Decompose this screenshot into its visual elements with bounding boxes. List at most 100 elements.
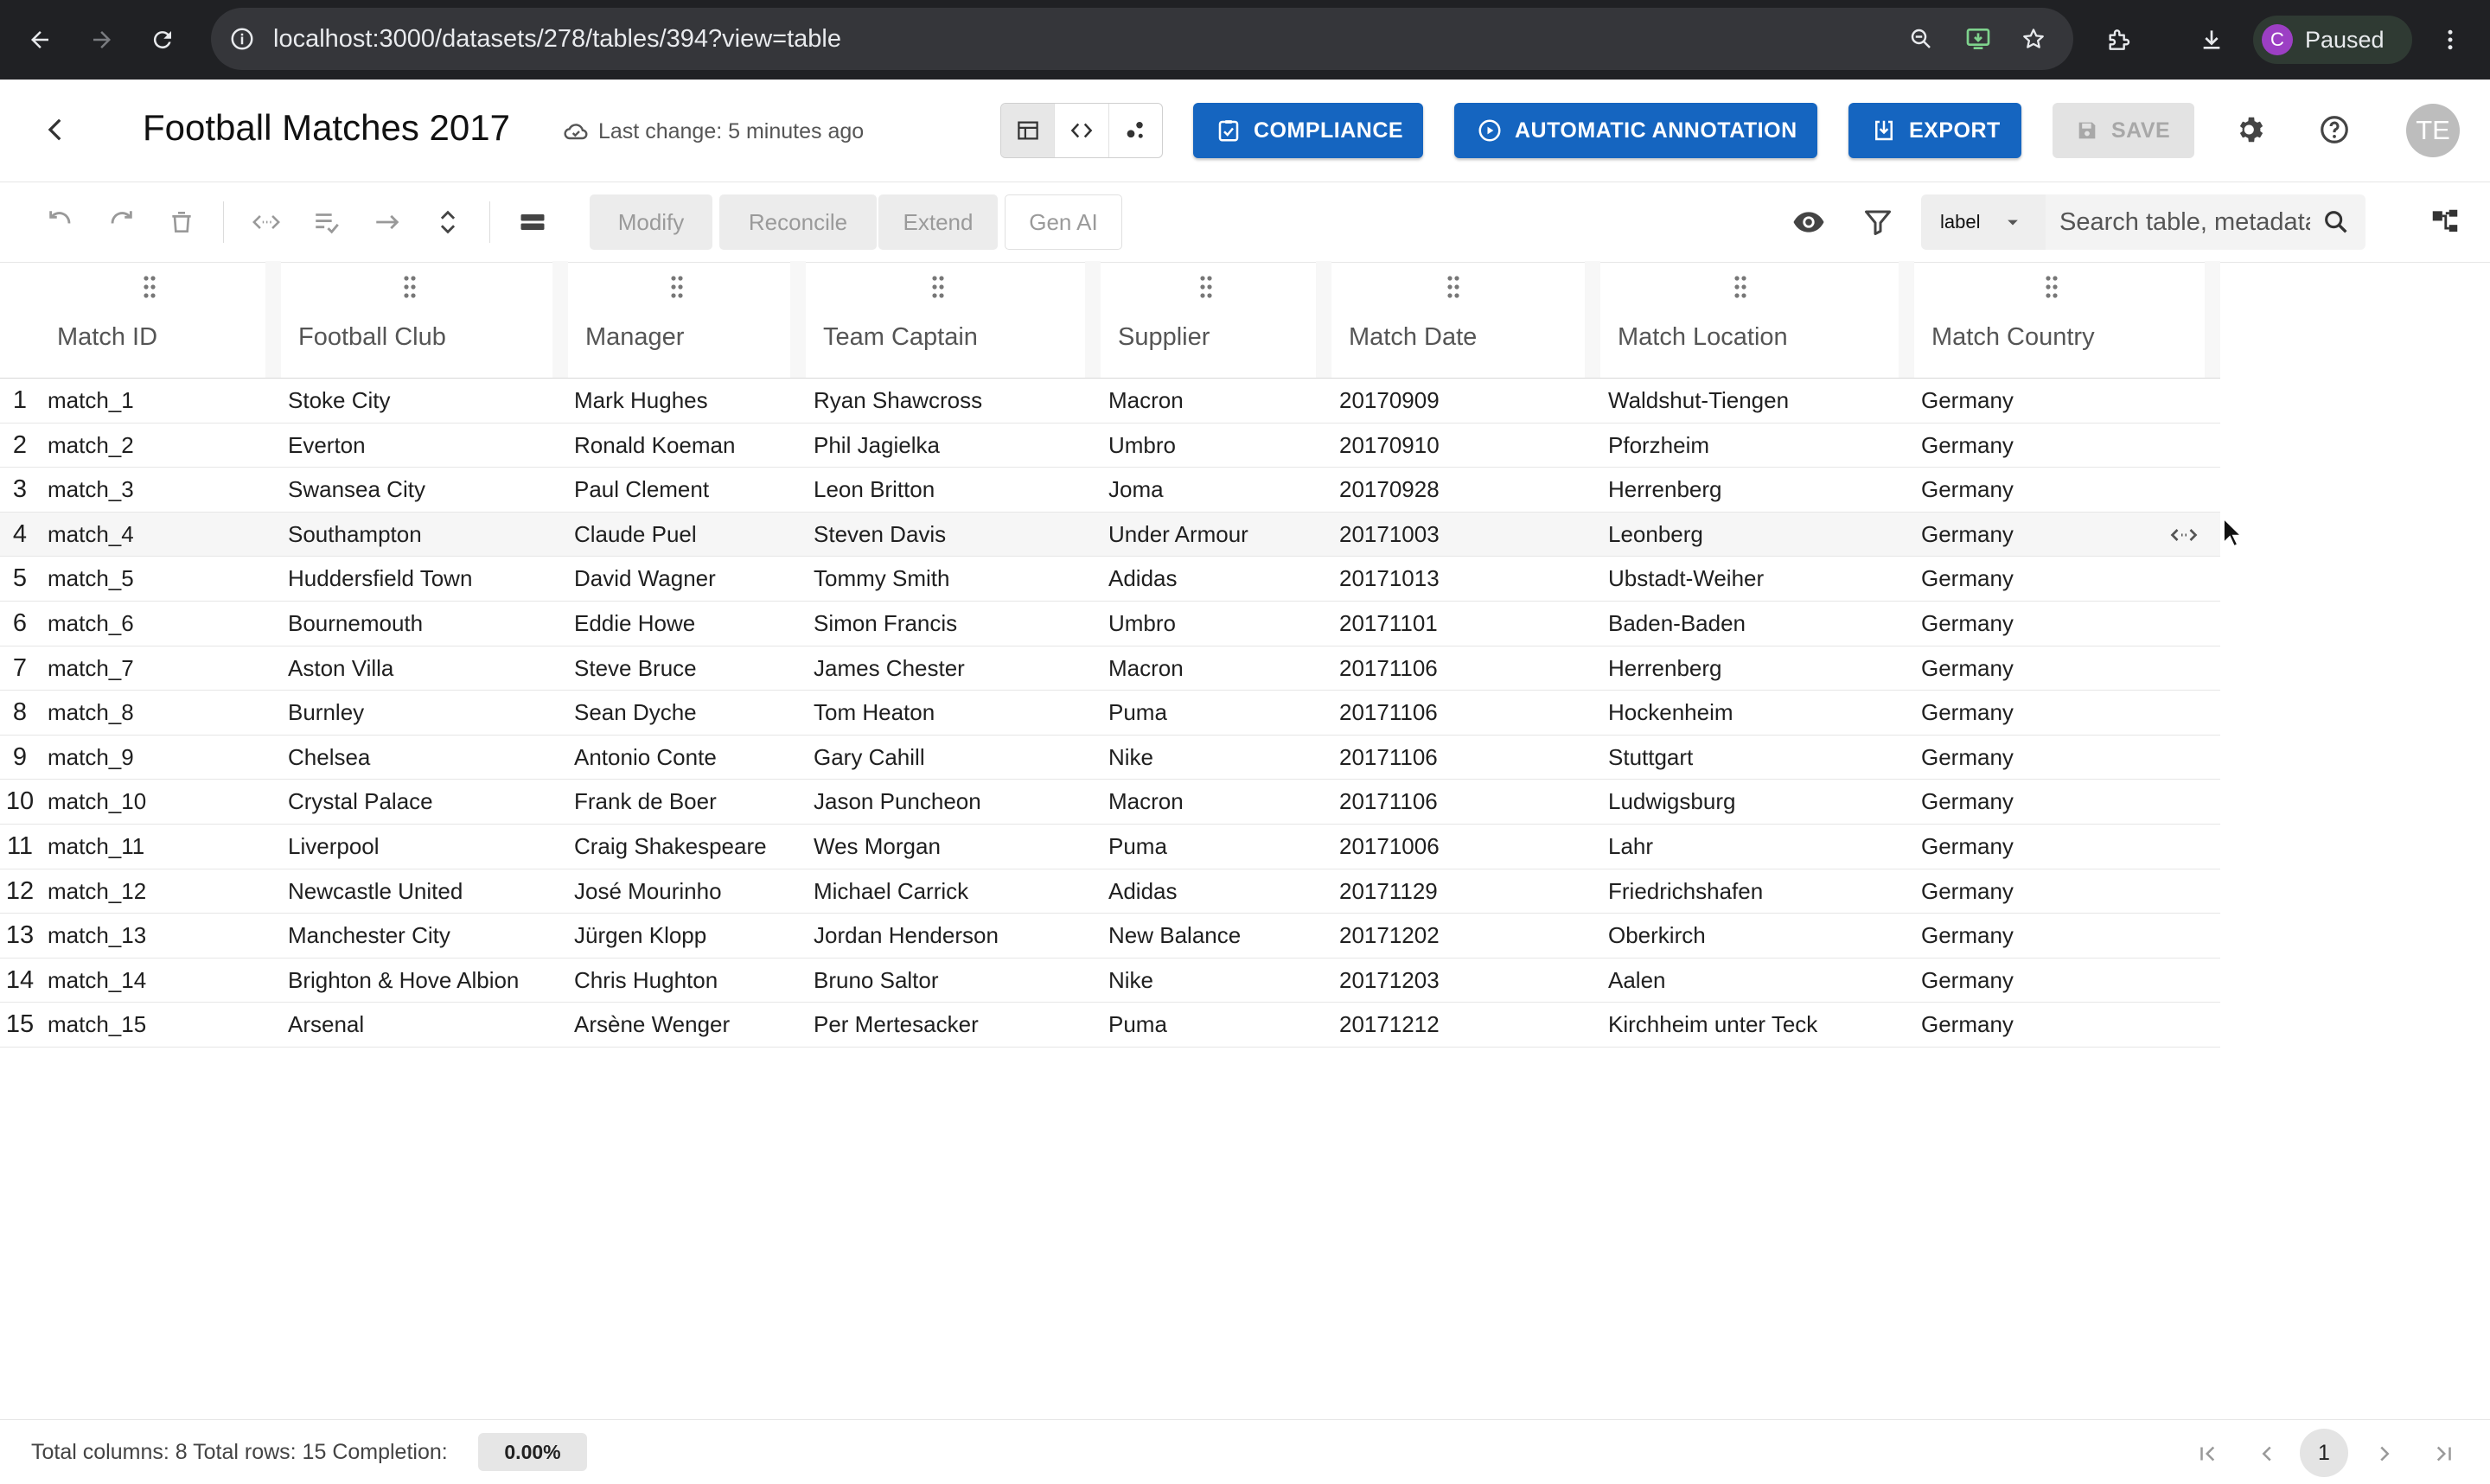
cell-match-id[interactable]: match_1 — [48, 379, 275, 423]
column-resize-handle[interactable] — [1316, 261, 1331, 378]
schema-tree-icon[interactable] — [2424, 201, 2466, 243]
cell-team-captain[interactable]: Steven Davis — [814, 513, 1095, 557]
cell-match-country[interactable]: Germany — [1921, 780, 2213, 824]
cell-supplier[interactable]: Puma — [1108, 691, 1325, 735]
column-resize-handle[interactable] — [265, 261, 281, 378]
undo-icon[interactable] — [40, 201, 81, 243]
cell-match-location[interactable]: Oberkirch — [1608, 914, 1908, 958]
address-bar[interactable]: localhost:3000/datasets/278/tables/394?v… — [211, 8, 2073, 70]
cell-supplier[interactable]: Puma — [1108, 1003, 1325, 1047]
table-row[interactable]: 7 match_7 Aston Villa Steve Bruce James Ches… — [0, 646, 2220, 691]
cell-match-location[interactable]: Pforzheim — [1608, 424, 1908, 468]
automatic-annotation-button[interactable]: AUTOMATIC ANNOTATION — [1454, 103, 1817, 158]
cell-match-location[interactable]: Lahr — [1608, 825, 1908, 869]
cell-team-captain[interactable]: Simon Francis — [814, 602, 1095, 646]
compliance-button[interactable]: COMPLIANCE — [1193, 103, 1423, 158]
table-row[interactable]: 15 match_15 Arsenal Arsène Wenger Per Mertes… — [0, 1003, 2220, 1048]
search-scope-select[interactable]: label — [1921, 194, 2046, 250]
drag-handle-icon[interactable] — [1732, 275, 1749, 299]
extend-button[interactable]: Extend — [878, 194, 998, 250]
cell-match-location[interactable]: Ludwigsburg — [1608, 780, 1908, 824]
cell-match-country[interactable]: Germany — [1921, 691, 2213, 735]
table-row[interactable]: 5 match_5 Huddersfield Town David Wagner Tom… — [0, 557, 2220, 602]
column-header-match-country[interactable]: Match Country — [1914, 261, 2220, 378]
cell-team-captain[interactable]: Leon Britton — [814, 468, 1095, 512]
cell-team-captain[interactable]: Michael Carrick — [814, 869, 1095, 914]
help-icon[interactable] — [2314, 109, 2355, 150]
cell-match-id[interactable]: match_7 — [48, 646, 275, 691]
visibility-eye-icon[interactable] — [1788, 201, 1829, 243]
table-row[interactable]: 9 match_9 Chelsea Antonio Conte Gary Cahill N… — [0, 736, 2220, 780]
cell-match-id[interactable]: match_10 — [48, 780, 275, 824]
table-row[interactable]: 1 match_1 Stoke City Mark Hughes Ryan Shawcr… — [0, 379, 2220, 424]
drag-handle-icon[interactable] — [141, 275, 158, 299]
cell-match-date[interactable]: 20171129 — [1339, 869, 1594, 914]
table-view-icon[interactable] — [1001, 104, 1056, 157]
cell-supplier[interactable]: Adidas — [1108, 557, 1325, 601]
table-row[interactable]: 12 match_12 Newcastle United José Mourinho M… — [0, 869, 2220, 914]
zoom-icon[interactable] — [1902, 20, 1940, 58]
expand-row-icon[interactable] — [2168, 519, 2200, 551]
cell-manager[interactable]: Jürgen Klopp — [574, 914, 798, 958]
cell-match-date[interactable]: 20170928 — [1339, 468, 1594, 512]
column-header-supplier[interactable]: Supplier — [1101, 261, 1331, 378]
cell-match-date[interactable]: 20171101 — [1339, 602, 1594, 646]
table-row[interactable]: 8 match_8 Burnley Sean Dyche Tom Heaton Puma 2… — [0, 691, 2220, 736]
column-header-football-club[interactable]: Football Club — [281, 261, 568, 378]
cell-match-country[interactable]: Germany — [1921, 1003, 2213, 1047]
site-info-icon[interactable] — [223, 20, 261, 58]
cell-match-location[interactable]: Friedrichshafen — [1608, 869, 1908, 914]
cell-match-date[interactable]: 20170910 — [1339, 424, 1594, 468]
delete-icon[interactable] — [161, 201, 202, 243]
cell-match-date[interactable]: 20171006 — [1339, 825, 1594, 869]
column-resize-handle[interactable] — [1585, 261, 1600, 378]
arrow-right-icon[interactable] — [367, 201, 408, 243]
last-page-icon[interactable] — [2423, 1433, 2464, 1474]
cell-team-captain[interactable]: Wes Morgan — [814, 825, 1095, 869]
cell-match-country[interactable]: Germany — [1921, 825, 2213, 869]
save-button[interactable]: SAVE — [2053, 103, 2194, 158]
table-row[interactable]: 4 match_4 Southampton Claude Puel Steven Dav… — [0, 512, 2220, 557]
cell-supplier[interactable]: Nike — [1108, 736, 1325, 780]
cell-team-captain[interactable]: Tom Heaton — [814, 691, 1095, 735]
cell-match-id[interactable]: match_8 — [48, 691, 275, 735]
prev-page-icon[interactable] — [2246, 1433, 2288, 1474]
cell-match-id[interactable]: match_2 — [48, 424, 275, 468]
cell-match-country[interactable]: Germany — [1921, 959, 2213, 1003]
cell-team-captain[interactable]: Jordan Henderson — [814, 914, 1095, 958]
gen-ai-button[interactable]: Gen AI — [1005, 194, 1122, 250]
search-icon[interactable] — [2317, 203, 2355, 241]
cell-manager[interactable]: Chris Hughton — [574, 959, 798, 1003]
reconcile-button[interactable]: Reconcile — [719, 194, 877, 250]
cell-football-club[interactable]: Everton — [288, 424, 561, 468]
table-row[interactable]: 10 match_10 Crystal Palace Frank de Boer Jas… — [0, 780, 2220, 825]
cell-football-club[interactable]: Chelsea — [288, 736, 561, 780]
cell-team-captain[interactable]: Gary Cahill — [814, 736, 1095, 780]
cell-match-location[interactable]: Baden-Baden — [1608, 602, 1908, 646]
cell-manager[interactable]: Claude Puel — [574, 513, 798, 557]
cell-match-date[interactable]: 20171106 — [1339, 736, 1594, 780]
redo-icon[interactable] — [100, 201, 142, 243]
cell-match-country[interactable]: Germany — [1921, 468, 2213, 512]
cell-match-date[interactable]: 20171202 — [1339, 914, 1594, 958]
cell-supplier[interactable]: Joma — [1108, 468, 1325, 512]
cell-match-location[interactable]: Waldshut-Tiengen — [1608, 379, 1908, 423]
cell-manager[interactable]: Steve Bruce — [574, 646, 798, 691]
cell-match-date[interactable]: 20171203 — [1339, 959, 1594, 1003]
table-row[interactable]: 11 match_11 Liverpool Craig Shakespeare Wes … — [0, 825, 2220, 869]
downloads-icon[interactable] — [2193, 21, 2231, 59]
cell-match-location[interactable]: Hockenheim — [1608, 691, 1908, 735]
back-arrow-icon[interactable] — [35, 109, 76, 150]
cell-football-club[interactable]: Crystal Palace — [288, 780, 561, 824]
url-text[interactable]: localhost:3000/datasets/278/tables/394?v… — [273, 8, 841, 70]
cell-match-date[interactable]: 20171106 — [1339, 691, 1594, 735]
cell-football-club[interactable]: Southampton — [288, 513, 561, 557]
modify-button[interactable]: Modify — [590, 194, 712, 250]
cell-match-id[interactable]: match_15 — [48, 1003, 275, 1047]
cell-football-club[interactable]: Stoke City — [288, 379, 561, 423]
cell-football-club[interactable]: Brighton & Hove Albion — [288, 959, 561, 1003]
profile-chip[interactable]: C Paused — [2253, 16, 2412, 64]
cell-match-id[interactable]: match_5 — [48, 557, 275, 601]
cell-supplier[interactable]: New Balance — [1108, 914, 1325, 958]
cell-match-date[interactable]: 20170909 — [1339, 379, 1594, 423]
